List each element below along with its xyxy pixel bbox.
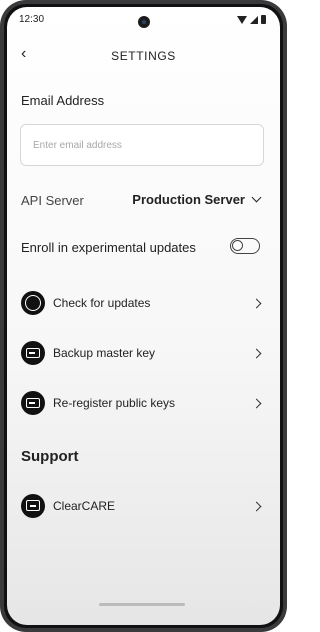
chevron-right-icon <box>251 298 262 308</box>
phone-frame: 12:30 ‹ SETTINGS Email Address API Serve… <box>0 0 287 632</box>
api-server-label: API Server <box>21 193 84 208</box>
chat-icon <box>21 494 45 518</box>
top-bar: ‹ SETTINGS <box>7 45 280 67</box>
settings-screen: 12:30 ‹ SETTINGS Email Address API Serve… <box>7 7 280 625</box>
signal-icon <box>250 15 258 24</box>
chevron-right-icon <box>251 501 262 511</box>
wifi-icon <box>237 15 247 24</box>
email-field[interactable] <box>20 124 264 166</box>
support-heading: Support <box>21 448 79 465</box>
status-icons <box>237 15 266 24</box>
api-server-dropdown[interactable]: Production Server <box>132 192 262 207</box>
phone-bezel: 12:30 ‹ SETTINGS Email Address API Serve… <box>4 4 283 628</box>
clearcare-label: ClearCARE <box>53 499 116 513</box>
chevron-right-icon <box>251 398 262 408</box>
page-title: SETTINGS <box>111 49 176 63</box>
front-camera <box>138 16 150 28</box>
reregister-keys-row[interactable]: Re-register public keys <box>21 390 264 416</box>
experimental-updates-toggle[interactable] <box>230 238 260 254</box>
experimental-updates-label: Enroll in experimental updates <box>21 240 196 255</box>
check-updates-row[interactable]: Check for updates <box>21 290 264 316</box>
clearcare-row[interactable]: ClearCARE <box>21 493 264 519</box>
status-time: 12:30 <box>19 14 45 25</box>
api-server-value: Production Server <box>132 192 245 207</box>
backup-key-row[interactable]: Backup master key <box>21 340 264 366</box>
toggle-knob <box>232 240 243 251</box>
chevron-right-icon <box>251 348 262 358</box>
key-icon <box>21 391 45 415</box>
backup-key-label: Backup master key <box>53 346 156 360</box>
key-icon <box>21 341 45 365</box>
chevron-down-icon <box>251 192 262 203</box>
refresh-ring-icon <box>21 291 45 315</box>
status-bar: 12:30 <box>7 7 280 29</box>
reregister-keys-label: Re-register public keys <box>53 396 176 410</box>
home-indicator[interactable] <box>99 603 185 606</box>
check-updates-label: Check for updates <box>53 296 151 310</box>
email-label: Email Address <box>21 93 105 108</box>
battery-icon <box>261 15 266 24</box>
